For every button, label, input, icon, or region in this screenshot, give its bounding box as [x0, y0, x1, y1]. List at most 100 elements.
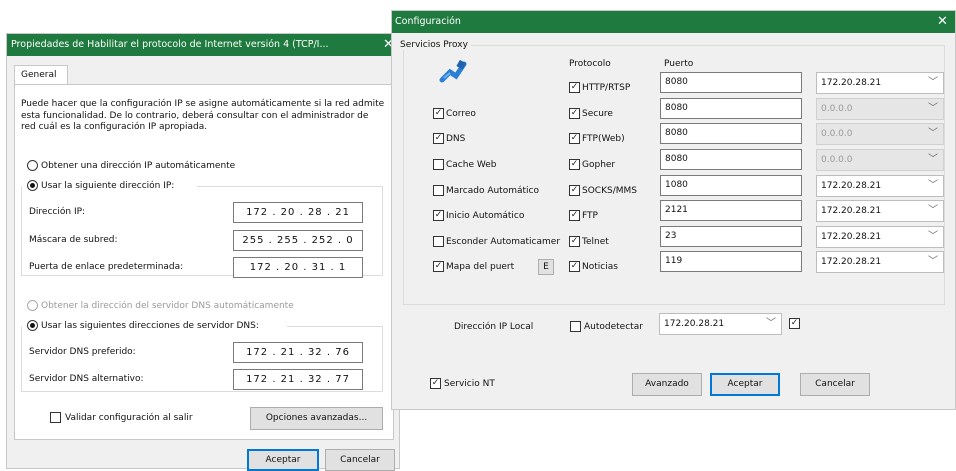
- advanced-options-button[interactable]: Opciones avanzadas...: [250, 407, 383, 430]
- cancel-button[interactable]: Cancelar: [325, 449, 395, 471]
- radio-auto-ip-label: Obtener una dirección IP automáticamente: [41, 161, 236, 171]
- proto-noticias-checkbox[interactable]: ✓: [569, 261, 580, 272]
- service-mapa-checkbox[interactable]: ✓: [433, 261, 444, 272]
- mask-field[interactable]: 255 . 255 . 252 . 0: [233, 230, 363, 251]
- chevron-down-icon: ﹀: [928, 205, 938, 216]
- proto-http-checkbox[interactable]: ✓: [569, 82, 580, 93]
- ip-http-value: 172.20.28.21: [821, 78, 882, 88]
- ip-ftpweb-select[interactable]: 0.0.0.0 ﹀: [816, 123, 944, 145]
- tab-general[interactable]: General: [14, 65, 68, 85]
- ip-ftp-select[interactable]: 172.20.28.21 ﹀: [816, 200, 944, 222]
- proxy-group-label: Servicios Proxy: [397, 40, 471, 50]
- chevron-down-icon: ﹀: [928, 103, 938, 114]
- nt-service-checkbox[interactable]: ✓: [430, 378, 441, 389]
- local-ip-select[interactable]: 172.20.28.21 ﹀: [659, 313, 782, 335]
- tcpip-title-bar: Propiedades de Habilitar el protocolo de…: [7, 34, 399, 56]
- validate-label: Validar configuración al salir: [65, 413, 193, 423]
- ip-socks-value: 172.20.28.21: [821, 181, 882, 191]
- local-ip-checkbox[interactable]: ✓: [789, 318, 800, 329]
- accept-button[interactable]: Aceptar: [710, 373, 780, 396]
- chevron-down-icon: ﹀: [928, 180, 938, 191]
- ok-button[interactable]: Aceptar: [247, 449, 319, 471]
- col-protocol: Protocolo: [569, 59, 611, 69]
- port-noticias-field[interactable]: 119: [660, 251, 802, 272]
- proto-ftp-checkbox[interactable]: ✓: [569, 210, 580, 221]
- validate-checkbox[interactable]: [50, 412, 61, 423]
- ip-noticias-value: 172.20.28.21: [821, 257, 882, 267]
- service-mapa-label: Mapa del puert: [446, 262, 515, 272]
- radio-auto-ip[interactable]: [27, 160, 38, 171]
- chevron-down-icon: ﹀: [928, 256, 938, 267]
- general-tab-page: Puede hacer que la configuración IP se a…: [14, 84, 394, 440]
- proto-noticias-label: Noticias: [582, 262, 618, 272]
- gateway-label: Puerta de enlace predeterminada:: [29, 262, 184, 272]
- edit-map-button[interactable]: E: [538, 259, 554, 275]
- radio-auto-dns-label: Obtener la dirección del servidor DNS au…: [41, 301, 294, 311]
- service-inicio-checkbox[interactable]: ✓: [433, 210, 444, 221]
- service-marcado-label: Marcado Automático: [446, 186, 539, 196]
- proto-http-label: HTTP/RTSP: [582, 83, 631, 93]
- port-secure-field[interactable]: 8080: [660, 98, 802, 119]
- tcpip-title: Propiedades de Habilitar el protocolo de…: [11, 39, 329, 50]
- chevron-down-icon: ﹀: [928, 128, 938, 139]
- proto-telnet-checkbox[interactable]: ✓: [569, 236, 580, 247]
- proto-gopher-label: Gopher: [582, 160, 616, 170]
- dns-alt-label: Servidor DNS alternativo:: [29, 374, 144, 384]
- port-ftp-field[interactable]: 2121: [660, 200, 802, 221]
- cancel-config-button[interactable]: Cancelar: [800, 373, 870, 396]
- nt-service-label: Servicio NT: [444, 379, 495, 389]
- ip-ftpweb-value: 0.0.0.0: [821, 129, 853, 139]
- ip-field[interactable]: 172 . 20 . 28 . 21: [233, 202, 363, 223]
- port-gopher-field[interactable]: 8080: [660, 149, 802, 170]
- dns-alt-field[interactable]: 172 . 21 . 32 . 77: [233, 369, 363, 390]
- service-esconder-checkbox[interactable]: [433, 236, 444, 247]
- ip-label: Dirección IP:: [29, 207, 86, 217]
- advanced-button[interactable]: Avanzado: [632, 373, 702, 396]
- service-cache-label: Cache Web: [446, 160, 497, 170]
- proto-ftpweb-checkbox[interactable]: ✓: [569, 133, 580, 144]
- dns-group-line: [287, 326, 383, 327]
- mask-label: Máscara de subred:: [29, 235, 118, 245]
- service-correo-checkbox[interactable]: ✓: [433, 108, 444, 119]
- ip-http-select[interactable]: 172.20.28.21 ﹀: [816, 72, 944, 94]
- dns-pref-label: Servidor DNS preferido:: [29, 347, 136, 357]
- service-inicio-label: Inicio Automático: [446, 211, 525, 221]
- description-text: Puede hacer que la configuración IP se a…: [21, 99, 385, 132]
- ip-telnet-select[interactable]: 172.20.28.21 ﹀: [816, 226, 944, 248]
- local-ip-value: 172.20.28.21: [664, 319, 725, 329]
- ip-telnet-value: 172.20.28.21: [821, 232, 882, 242]
- ip-ftp-value: 172.20.28.21: [821, 206, 882, 216]
- port-telnet-field[interactable]: 23: [660, 226, 802, 247]
- service-marcado-checkbox[interactable]: [433, 185, 444, 196]
- radio-auto-dns[interactable]: [27, 300, 38, 311]
- ip-secure-select[interactable]: 0.0.0.0 ﹀: [816, 98, 944, 120]
- port-http-field[interactable]: 8080: [660, 72, 802, 93]
- chevron-down-icon: ﹀: [766, 318, 776, 329]
- port-ftpweb-field[interactable]: 8080: [660, 123, 802, 144]
- proto-gopher-checkbox[interactable]: ✓: [569, 159, 580, 170]
- ip-socks-select[interactable]: 172.20.28.21 ﹀: [816, 175, 944, 197]
- port-socks-field[interactable]: 1080: [660, 175, 802, 196]
- service-cache-checkbox[interactable]: [433, 159, 444, 170]
- ip-gopher-select[interactable]: 0.0.0.0 ﹀: [816, 149, 944, 171]
- proto-secure-checkbox[interactable]: ✓: [569, 108, 580, 119]
- ip-secure-value: 0.0.0.0: [821, 104, 853, 114]
- service-esconder-label: Esconder Automaticamer: [446, 237, 561, 247]
- config-close-icon[interactable]: ✕: [937, 14, 948, 29]
- proto-socks-label: SOCKS/MMS: [582, 186, 637, 196]
- service-dns-label: DNS: [446, 134, 466, 144]
- ip-noticias-select[interactable]: 172.20.28.21 ﹀: [816, 251, 944, 273]
- autodetect-label: Autodetectar: [584, 322, 643, 332]
- gateway-field[interactable]: 172 . 20 . 31 . 1: [233, 257, 363, 278]
- dns-pref-field[interactable]: 172 . 21 . 32 . 76: [233, 342, 363, 363]
- service-dns-checkbox[interactable]: ✓: [433, 133, 444, 144]
- proto-ftpweb-label: FTP(Web): [582, 134, 625, 144]
- autodetect-checkbox[interactable]: [570, 321, 581, 332]
- config-title-bar: Configuración ✕: [392, 11, 955, 33]
- proto-telnet-label: Telnet: [582, 237, 609, 247]
- chevron-down-icon: ﹀: [928, 77, 938, 88]
- tcpip-dialog: Propiedades de Habilitar el protocolo de…: [6, 33, 400, 471]
- proto-socks-checkbox[interactable]: ✓: [569, 185, 580, 196]
- service-correo-label: Correo: [446, 109, 476, 119]
- ip-gopher-value: 0.0.0.0: [821, 155, 853, 165]
